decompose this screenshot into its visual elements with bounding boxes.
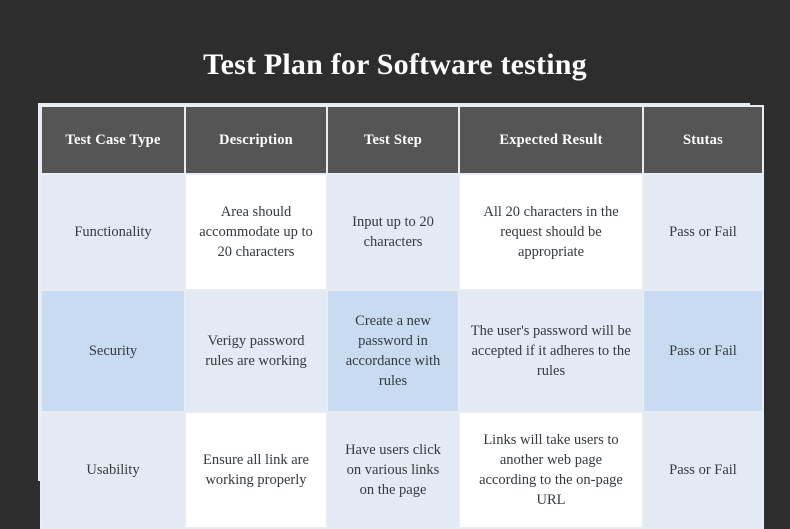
test-plan-table-container: Test Case Type Description Test Step Exp…: [38, 103, 764, 529]
table-body: Functionality Area should accommodate up…: [42, 175, 762, 527]
table-row: Usability Ensure all link are working pr…: [42, 413, 762, 527]
column-header-test-step: Test Step: [328, 107, 458, 173]
cell-test-case-type: Security: [42, 291, 184, 411]
page-root: Test Plan for Software testing Test Case…: [0, 0, 790, 529]
cell-status: Pass or Fail: [644, 175, 762, 289]
table-header-row: Test Case Type Description Test Step Exp…: [42, 107, 762, 173]
page-title: Test Plan for Software testing: [203, 48, 587, 81]
column-header-status: Stutas: [644, 107, 762, 173]
cell-test-step: Have users click on various links on the…: [328, 413, 458, 527]
column-header-expected-result: Expected Result: [460, 107, 642, 173]
cell-description: Verigy password rules are working: [186, 291, 326, 411]
table-header: Test Case Type Description Test Step Exp…: [42, 107, 762, 173]
cell-status: Pass or Fail: [644, 291, 762, 411]
table-row: Security Verigy password rules are worki…: [42, 291, 762, 411]
cell-test-case-type: Functionality: [42, 175, 184, 289]
cell-expected-result: The user's password will be accepted if …: [460, 291, 642, 411]
cell-expected-result: All 20 characters in the request should …: [460, 175, 642, 289]
test-plan-table: Test Case Type Description Test Step Exp…: [40, 105, 764, 529]
cell-test-step: Create a new password in accordance with…: [328, 291, 458, 411]
cell-status: Pass or Fail: [644, 413, 762, 527]
cell-description: Ensure all link are working properly: [186, 413, 326, 527]
cell-test-step: Input up to 20 characters: [328, 175, 458, 289]
cell-expected-result: Links will take users to another web pag…: [460, 413, 642, 527]
table-row: Functionality Area should accommodate up…: [42, 175, 762, 289]
cell-test-case-type: Usability: [42, 413, 184, 527]
cell-description: Area should accommodate up to 20 charact…: [186, 175, 326, 289]
column-header-description: Description: [186, 107, 326, 173]
column-header-test-case-type: Test Case Type: [42, 107, 184, 173]
